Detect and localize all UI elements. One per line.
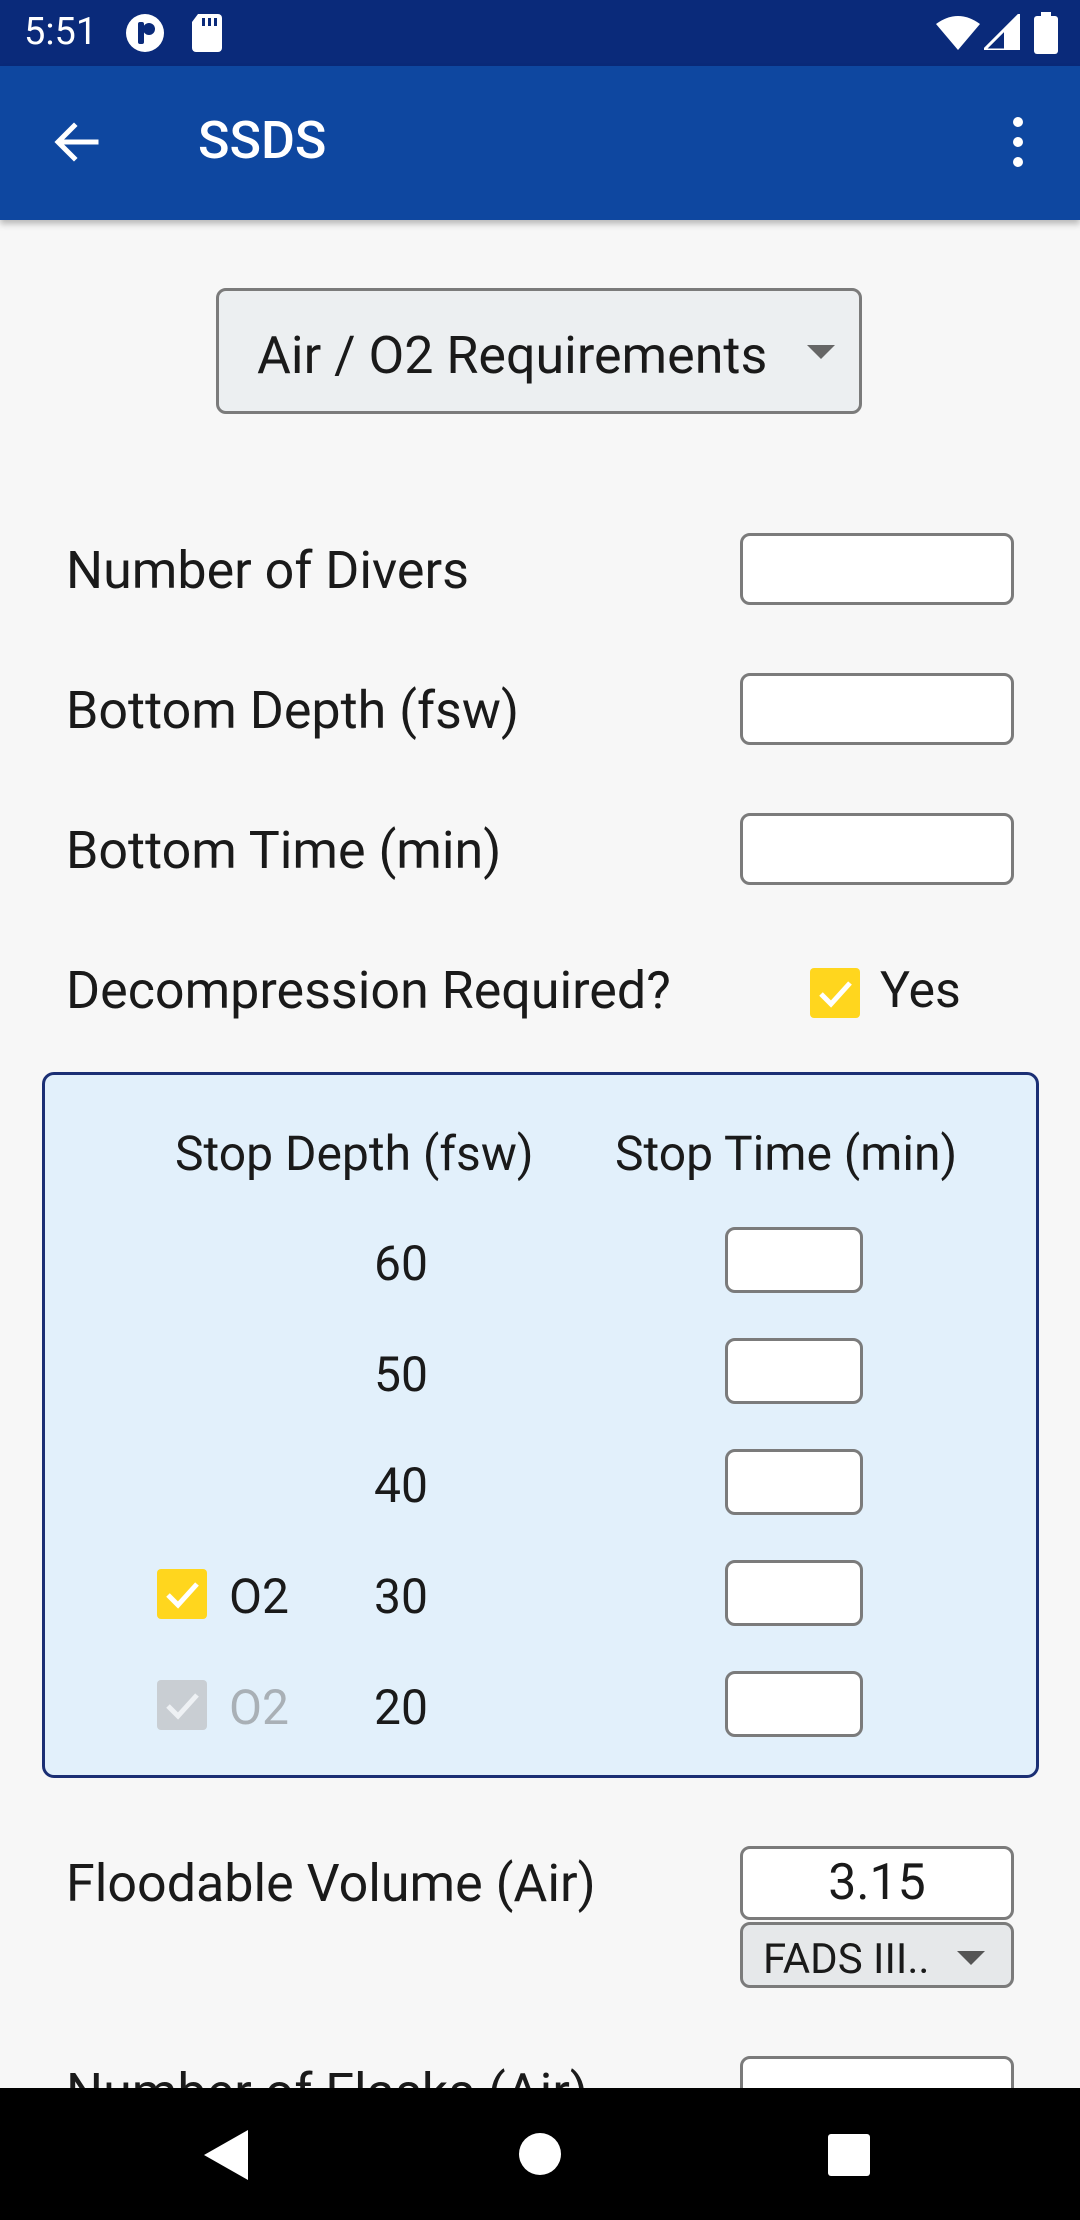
fads-select-value: FADS III.. xyxy=(763,1935,930,1984)
calculator-select-value: Air / O2 Requirements xyxy=(257,325,768,386)
divers-label: Number of Divers xyxy=(66,540,469,601)
stop-depth-20: 20 xyxy=(374,1679,428,1736)
o2-label-20: O2 xyxy=(229,1679,289,1736)
dropdown-arrow-icon xyxy=(807,345,835,359)
stop-depth-50: 50 xyxy=(374,1346,428,1403)
calculator-select[interactable]: Air / O2 Requirements xyxy=(216,288,862,414)
battery-icon xyxy=(1034,12,1058,54)
stop-time-input-40[interactable] xyxy=(725,1449,863,1515)
stop-time-input-30[interactable] xyxy=(725,1560,863,1626)
stop-depth-40: 40 xyxy=(374,1457,428,1514)
app-bar: SSDS xyxy=(0,66,1080,220)
stop-time-input-60[interactable] xyxy=(725,1227,863,1293)
o2-checkbox-20-disabled xyxy=(157,1680,207,1730)
cell-signal-icon xyxy=(984,14,1020,50)
stop-time-input-50[interactable] xyxy=(725,1338,863,1404)
stop-time-header: Stop Time (min) xyxy=(615,1125,958,1182)
decompression-label: Decompression Required? xyxy=(66,960,671,1021)
bottom-depth-label: Bottom Depth (fsw) xyxy=(66,680,520,741)
nav-home-icon[interactable] xyxy=(518,2132,562,2176)
notification-app-icon xyxy=(126,14,164,52)
divers-input[interactable] xyxy=(740,533,1014,605)
decompression-stops-panel: Stop Depth (fsw) Stop Time (min) 60 50 4… xyxy=(42,1072,1039,1778)
stop-depth-60: 60 xyxy=(374,1235,428,1292)
back-arrow-icon[interactable] xyxy=(52,118,100,166)
floodable-volume-label: Floodable Volume (Air) xyxy=(66,1853,596,1914)
decompression-yes-label: Yes xyxy=(880,962,961,1020)
sd-card-icon xyxy=(192,14,222,52)
navigation-bar xyxy=(0,2088,1080,2220)
o2-label-30: O2 xyxy=(229,1568,289,1625)
checkmark-icon xyxy=(819,981,852,1008)
next-row-clip: Number of Flasks (Air) xyxy=(0,2040,1080,2088)
checkmark-icon xyxy=(166,1582,199,1609)
dropdown-arrow-icon xyxy=(957,1951,985,1965)
floodable-volume-input[interactable]: 3.15 xyxy=(740,1846,1014,1920)
o2-checkbox-30[interactable] xyxy=(157,1569,207,1619)
bottom-time-label: Bottom Time (min) xyxy=(66,820,502,881)
stop-depth-header: Stop Depth (fsw) xyxy=(175,1125,534,1182)
fads-select[interactable]: FADS III.. xyxy=(740,1922,1014,1988)
flasks-label: Number of Flasks (Air) xyxy=(66,2062,588,2088)
checkmark-icon xyxy=(166,1693,199,1720)
stop-depth-30: 30 xyxy=(374,1568,428,1625)
nav-recents-icon[interactable] xyxy=(828,2134,870,2176)
bottom-depth-input[interactable] xyxy=(740,673,1014,745)
flasks-input[interactable] xyxy=(740,2056,1014,2088)
app-title: SSDS xyxy=(198,110,327,171)
bottom-time-input[interactable] xyxy=(740,813,1014,885)
wifi-icon xyxy=(936,16,980,50)
nav-back-icon[interactable] xyxy=(204,2130,248,2180)
status-bar: 5:51 xyxy=(0,0,1080,66)
decompression-checkbox[interactable] xyxy=(810,968,860,1018)
status-time: 5:51 xyxy=(24,10,98,54)
stop-time-input-20[interactable] xyxy=(725,1671,863,1737)
overflow-menu-icon[interactable] xyxy=(1000,116,1036,168)
